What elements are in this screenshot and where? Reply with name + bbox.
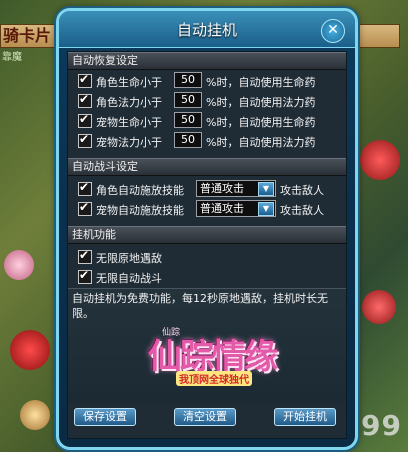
recovery-suffix: %时，自动使用生命药: [206, 116, 316, 129]
combat-label: 宠物自动施放技能: [96, 204, 184, 217]
threshold-input[interactable]: [174, 92, 202, 108]
idle-label: 无限自动战斗: [96, 272, 162, 285]
checkbox[interactable]: [78, 248, 92, 264]
idle-row-2: 无限自动战斗: [74, 268, 342, 286]
close-icon[interactable]: ✕: [321, 19, 345, 43]
bg-card-label-right: [358, 24, 400, 48]
skill-select[interactable]: 普通攻击 ▼: [196, 200, 276, 217]
checkbox[interactable]: [78, 132, 92, 148]
clear-settings-button[interactable]: 清空设置: [174, 408, 236, 426]
chevron-down-icon[interactable]: ▼: [258, 202, 274, 216]
bg-flower-2: [4, 250, 34, 280]
checkbox[interactable]: [78, 92, 92, 108]
chevron-down-icon[interactable]: ▼: [258, 182, 274, 196]
save-settings-button[interactable]: 保存设置: [74, 408, 136, 426]
bg-flower-1: [10, 330, 50, 370]
description-box: 自动挂机为免费功能，每12秒原地遇敌，挂机时长无限。 仙踪 仙踪情缘 我顶网全球…: [68, 288, 346, 403]
recovery-label: 角色法力小于: [96, 96, 162, 109]
recovery-suffix: %时，自动使用生命药: [206, 76, 316, 89]
settings-panel: 自动恢复设定 角色生命小于 %时，自动使用生命药 角色法力小于 %时，自动使用法…: [67, 51, 347, 439]
recovery-row-1: 角色生命小于 %时，自动使用生命药: [74, 72, 342, 90]
checkbox[interactable]: [78, 72, 92, 88]
recovery-label: 宠物法力小于: [96, 136, 162, 149]
recovery-suffix: %时，自动使用法力药: [206, 96, 316, 109]
auto-idle-window: 自动挂机 ✕ 自动恢复设定 角色生命小于 %时，自动使用生命药 角色法力小于 %…: [56, 8, 358, 450]
combat-section-header: 自动战斗设定: [68, 158, 346, 176]
recovery-row-3: 宠物生命小于 %时，自动使用生命药: [74, 112, 342, 130]
combat-label: 角色自动施放技能: [96, 184, 184, 197]
combat-target: 攻击敌人: [280, 204, 324, 217]
logo-subtitle: 我顶网全球独代: [176, 371, 252, 386]
checkbox[interactable]: [78, 268, 92, 284]
recovery-label: 宠物生命小于: [96, 116, 162, 129]
skill-select-value: 普通攻击: [200, 202, 244, 215]
game-logo: 仙踪 仙踪情缘 我顶网全球独代: [140, 327, 290, 391]
threshold-input[interactable]: [174, 132, 202, 148]
combat-row-1: 角色自动施放技能 普通攻击 ▼ 攻击敌人: [74, 180, 342, 198]
combat-target: 攻击敌人: [280, 184, 324, 197]
recovery-row-4: 宠物法力小于 %时，自动使用法力药: [74, 132, 342, 150]
idle-row-1: 无限原地遇敌: [74, 248, 342, 266]
bg-flower-4: [362, 290, 396, 324]
checkbox[interactable]: [78, 112, 92, 128]
recovery-suffix: %时，自动使用法力药: [206, 136, 316, 149]
combat-row-2: 宠物自动施放技能 普通攻击 ▼ 攻击敌人: [74, 200, 342, 218]
start-idle-button[interactable]: 开始挂机: [274, 408, 336, 426]
recovery-row-2: 角色法力小于 %时，自动使用法力药: [74, 92, 342, 110]
bg-flower-5: [20, 400, 50, 430]
idle-label: 无限原地遇敌: [96, 252, 162, 265]
recovery-section-header: 自动恢复设定: [68, 52, 346, 70]
title-bar[interactable]: 自动挂机 ✕: [59, 11, 355, 48]
window-title: 自动挂机: [176, 21, 237, 39]
checkbox[interactable]: [78, 200, 92, 216]
threshold-input[interactable]: [174, 72, 202, 88]
bg-flower-3: [360, 140, 400, 180]
threshold-input[interactable]: [174, 112, 202, 128]
bg-sub-label: 靠魔: [2, 52, 22, 63]
description-text: 自动挂机为免费功能，每12秒原地遇敌，挂机时长无限。: [72, 292, 328, 320]
skill-select[interactable]: 普通攻击 ▼: [196, 180, 276, 197]
idle-section-header: 挂机功能: [68, 226, 346, 244]
skill-select-value: 普通攻击: [200, 182, 244, 195]
recovery-label: 角色生命小于: [96, 76, 162, 89]
checkbox[interactable]: [78, 180, 92, 196]
